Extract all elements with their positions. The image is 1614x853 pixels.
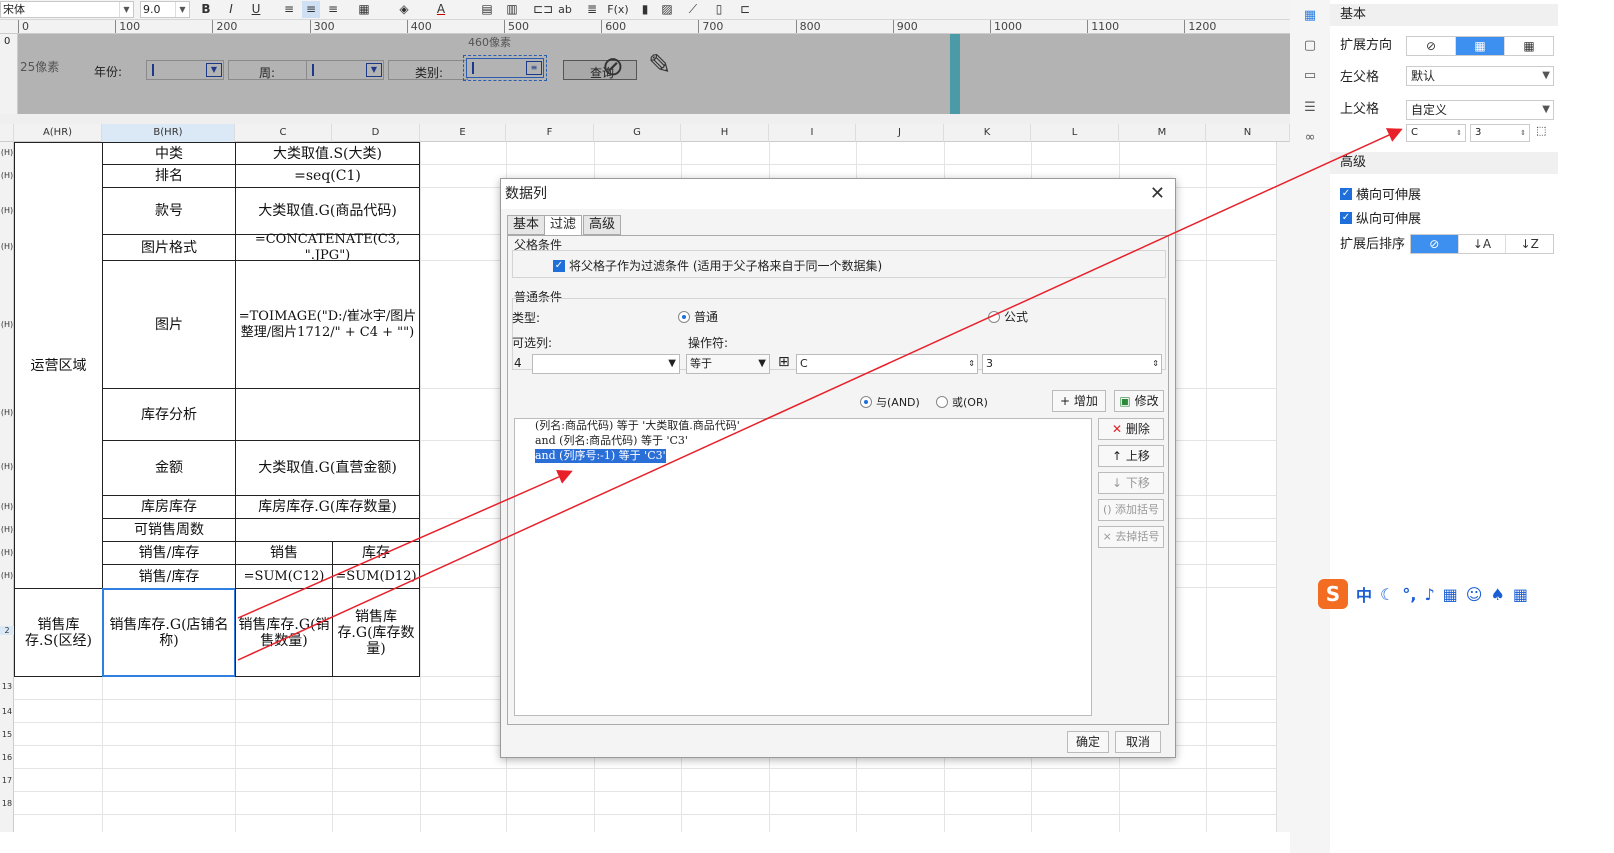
arrow-to-top-parent <box>237 128 1403 661</box>
annotation-arrows <box>237 128 1403 661</box>
arrow-to-condition <box>237 469 573 619</box>
report-designer-window: { "toolbar": { "font_family": "宋体", "fon… <box>0 0 1614 853</box>
